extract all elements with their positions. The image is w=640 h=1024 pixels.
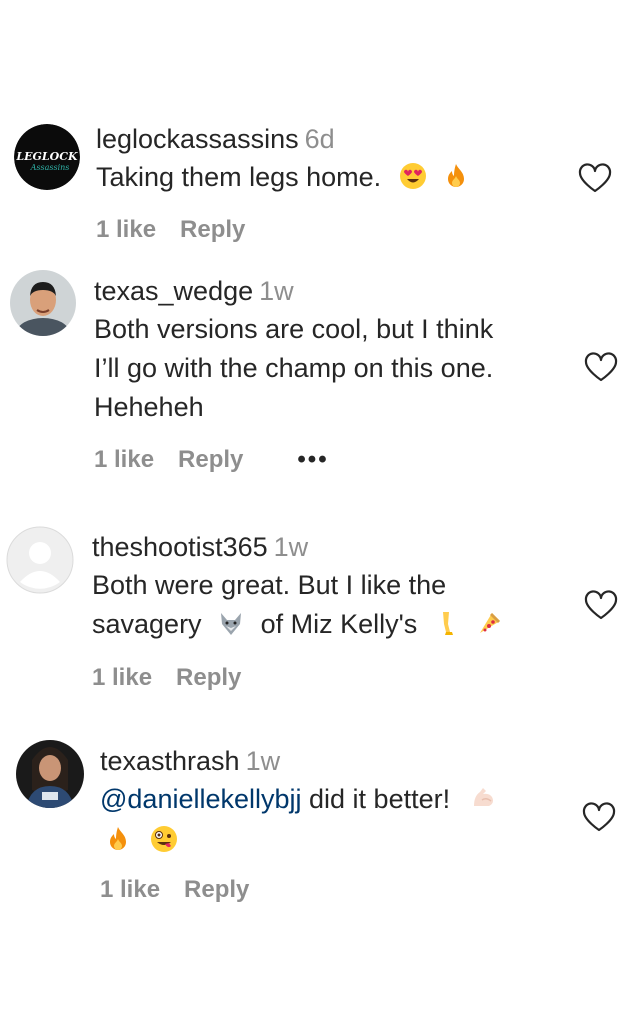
comment-item: texas_wedge 1w Both versions are cool, bu… (0, 266, 640, 486)
comment-item: texasthrash 1w @daniellekellybjj did it b… (0, 738, 640, 928)
zany-face-emoji (150, 825, 178, 853)
avatar[interactable]: LEGLOCK Assassins (14, 124, 80, 190)
avatar[interactable] (6, 526, 74, 594)
leg-emoji (435, 609, 463, 637)
comment-text-line: of Miz Kelly's (260, 609, 418, 639)
more-options-icon[interactable]: ••• (297, 446, 328, 473)
comment-username[interactable]: texas_wedge (94, 276, 253, 306)
mention-link[interactable]: @daniellekellybjj (100, 784, 302, 814)
like-count[interactable]: 1 like (100, 876, 160, 903)
comment-text-line: Both were great. But I like the (92, 570, 447, 600)
comment-text-line: Heheheh (94, 392, 204, 422)
avatar[interactable] (16, 740, 84, 808)
comment-time[interactable]: 1w (259, 276, 294, 306)
svg-text:Assassins: Assassins (30, 163, 70, 172)
comment-text-line: savagery (92, 609, 202, 639)
reply-button[interactable]: Reply (176, 664, 241, 691)
like-count[interactable]: 1 like (92, 664, 152, 691)
comment-username[interactable]: texasthrash (100, 746, 240, 776)
svg-text:LEGLOCK: LEGLOCK (15, 150, 78, 163)
reply-button[interactable]: Reply (180, 216, 245, 243)
avatar[interactable] (10, 270, 76, 336)
fire-emoji (442, 162, 470, 190)
comment-text: did it better! (301, 784, 451, 814)
fire-emoji (104, 825, 132, 853)
like-count[interactable]: 1 like (94, 446, 154, 473)
comment-item: LEGLOCK Assassins leglockassassins 6d Tak… (0, 110, 640, 260)
reply-button[interactable]: Reply (184, 876, 249, 903)
like-heart-icon[interactable] (584, 352, 618, 382)
flexed-biceps-emoji (470, 784, 498, 812)
comment-text-line: Both versions are cool, but I think (94, 314, 494, 344)
pizza-emoji (476, 609, 504, 637)
comment-username[interactable]: leglockassassins (96, 124, 299, 154)
comment-username[interactable]: theshootist365 (92, 532, 268, 562)
reply-button[interactable]: Reply (178, 446, 243, 473)
like-heart-icon[interactable] (582, 802, 616, 832)
like-count[interactable]: 1 like (96, 216, 156, 243)
wolf-emoji (217, 609, 245, 637)
heart-eyes-emoji (399, 162, 427, 190)
comment-text: Taking them legs home. (96, 162, 382, 192)
comment-item: theshootist365 1w Both were great. But I … (0, 522, 640, 702)
like-heart-icon[interactable] (578, 163, 612, 193)
comment-time[interactable]: 6d (305, 124, 335, 154)
like-heart-icon[interactable] (584, 590, 618, 620)
comment-time[interactable]: 1w (246, 746, 281, 776)
comment-time[interactable]: 1w (274, 532, 309, 562)
comment-text-line: I’ll go with the champ on this one. (94, 353, 494, 383)
